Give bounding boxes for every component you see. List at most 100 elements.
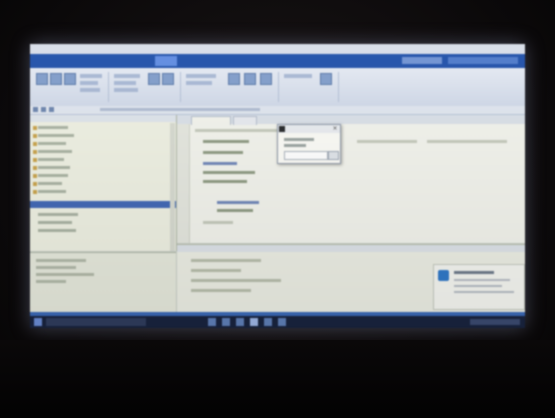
- ribbon-button[interactable]: [244, 73, 256, 85]
- tree-item[interactable]: [38, 166, 70, 169]
- tree-item[interactable]: [38, 221, 72, 224]
- folder-icon: [33, 190, 37, 194]
- ribbon-tab-1[interactable]: [38, 56, 60, 66]
- ribbon-button[interactable]: [64, 73, 76, 85]
- code-line: [203, 140, 249, 143]
- output-header: [177, 245, 525, 252]
- ribbon-small-button[interactable]: [186, 81, 212, 85]
- code-line: [217, 209, 253, 212]
- ribbon-button[interactable]: [260, 73, 272, 85]
- properties-panel: [30, 252, 176, 313]
- ribbon-button[interactable]: [50, 73, 62, 85]
- tree-item-selected[interactable]: [30, 201, 176, 208]
- code-line: [203, 221, 233, 224]
- line-number-gutter: [177, 124, 190, 243]
- notification-title: [454, 271, 494, 274]
- ribbon-button[interactable]: [162, 73, 174, 85]
- ribbon-separator: [278, 72, 279, 102]
- ribbon-search-input[interactable]: [402, 57, 442, 64]
- tree-item[interactable]: [38, 174, 68, 177]
- app-icon[interactable]: [278, 318, 286, 326]
- forward-icon[interactable]: [41, 107, 46, 112]
- taskbar-search-input[interactable]: [46, 318, 146, 326]
- ribbon-tab-4[interactable]: [155, 56, 177, 66]
- start-icon[interactable]: [34, 318, 42, 326]
- folder-icon: [33, 126, 37, 130]
- code-line: [203, 151, 243, 154]
- ribbon-tab-3[interactable]: [118, 56, 140, 66]
- tree-item[interactable]: [38, 150, 72, 153]
- panel-scrollbar[interactable]: [170, 123, 175, 251]
- tree-item[interactable]: [38, 142, 66, 145]
- ribbon-button[interactable]: [228, 73, 240, 85]
- window-title-bar[interactable]: [30, 44, 525, 54]
- back-icon[interactable]: [33, 107, 38, 112]
- tree-item[interactable]: [38, 126, 68, 129]
- property-row[interactable]: [36, 259, 86, 262]
- ribbon-tab-bar: [30, 54, 525, 68]
- taskbar: [30, 316, 525, 328]
- browser-icon[interactable]: [222, 318, 230, 326]
- tree-item[interactable]: [38, 229, 76, 232]
- code-line: [203, 180, 247, 183]
- folder-icon: [33, 150, 37, 154]
- ribbon-tab-5[interactable]: [195, 56, 217, 66]
- tree-item[interactable]: [38, 134, 74, 137]
- folder-icon: [33, 158, 37, 162]
- tree-item[interactable]: [38, 182, 62, 185]
- ribbon-small-button[interactable]: [186, 74, 216, 78]
- notification-toast[interactable]: [433, 264, 525, 310]
- ribbon-button[interactable]: [320, 73, 332, 85]
- dialog-text: [284, 138, 314, 141]
- task-view-icon[interactable]: [208, 318, 216, 326]
- folder-icon: [33, 174, 37, 178]
- property-row[interactable]: [36, 280, 66, 283]
- ribbon-tab-6[interactable]: [235, 56, 257, 66]
- notification-text: [454, 291, 514, 293]
- ribbon-small-button[interactable]: [114, 88, 138, 92]
- tree-item[interactable]: [38, 190, 66, 193]
- folder-icon: [33, 182, 37, 186]
- up-icon[interactable]: [49, 107, 54, 112]
- app-icon[interactable]: [264, 318, 272, 326]
- laptop-screen: ×: [30, 44, 525, 328]
- folder-icon[interactable]: [236, 318, 244, 326]
- output-line: [191, 269, 241, 272]
- dialog-ok-button[interactable]: [328, 151, 339, 160]
- folder-icon: [33, 166, 37, 170]
- panel-header: [30, 115, 176, 122]
- path-field[interactable]: [100, 108, 260, 111]
- ribbon-separator: [338, 72, 339, 102]
- code-line: [357, 140, 417, 143]
- tree-item[interactable]: [38, 158, 64, 161]
- property-row[interactable]: [36, 273, 94, 276]
- folder-icon: [33, 134, 37, 138]
- property-row[interactable]: [36, 266, 76, 269]
- ribbon-button[interactable]: [36, 73, 48, 85]
- ribbon-separator: [180, 72, 181, 102]
- code-editor[interactable]: [177, 115, 525, 243]
- dialog-text: [284, 144, 306, 147]
- dialog-input[interactable]: [284, 151, 328, 160]
- app-icon: [279, 126, 285, 132]
- ribbon-small-button[interactable]: [80, 81, 98, 85]
- ide-icon[interactable]: [250, 318, 258, 326]
- editor-tab-active[interactable]: [191, 116, 231, 125]
- system-tray[interactable]: [470, 319, 520, 325]
- account-area[interactable]: [448, 57, 518, 64]
- tree-item[interactable]: [38, 213, 78, 216]
- folder-icon: [33, 142, 37, 146]
- dialog-popup[interactable]: ×: [277, 124, 341, 164]
- ribbon-small-button[interactable]: [114, 81, 136, 85]
- ribbon-toolbar: [30, 68, 525, 107]
- ribbon-small-button[interactable]: [80, 88, 100, 92]
- ribbon-small-button[interactable]: [284, 74, 312, 78]
- ribbon-small-button[interactable]: [80, 74, 102, 78]
- close-icon[interactable]: ×: [331, 125, 339, 133]
- editor-tab[interactable]: [233, 116, 257, 125]
- ribbon-tab-2[interactable]: [80, 56, 102, 66]
- notification-text: [454, 285, 502, 287]
- ribbon-button[interactable]: [148, 73, 160, 85]
- ribbon-small-button[interactable]: [114, 74, 140, 78]
- code-line: [427, 140, 507, 143]
